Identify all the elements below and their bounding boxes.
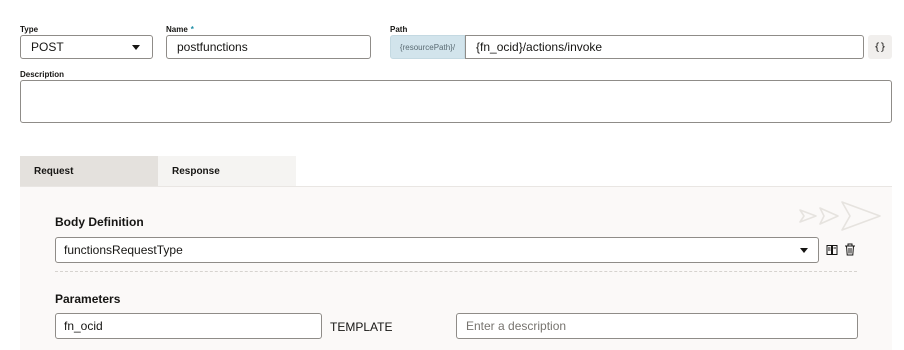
send-arrows-icon <box>799 201 881 231</box>
param-description-input[interactable]: Enter a description <box>456 313 858 339</box>
caret-down-icon <box>132 45 140 50</box>
caret-down-icon <box>800 248 808 253</box>
tab-response[interactable]: Response <box>158 156 296 186</box>
type-label: Type <box>20 25 39 34</box>
path-expression-button[interactable]: {} <box>868 35 892 59</box>
type-select[interactable]: POST <box>20 35 153 59</box>
schema-book-icon[interactable] <box>826 244 838 256</box>
path-input[interactable]: {fn_ocid}/actions/invoke <box>465 35 864 59</box>
param-description-placeholder: Enter a description <box>466 319 567 333</box>
required-indicator: * <box>190 25 194 34</box>
param-name-value: fn_ocid <box>64 319 103 333</box>
path-prefix: {resourcePath}/ <box>390 35 465 59</box>
body-definition-title: Body Definition <box>55 215 144 229</box>
name-label: Name * <box>166 25 194 34</box>
path-input-value: {fn_ocid}/actions/invoke <box>476 40 603 54</box>
path-label: Path <box>390 25 408 34</box>
body-type-value: functionsRequestType <box>64 243 183 257</box>
name-input-value: postfunctions <box>177 40 248 54</box>
section-divider <box>55 271 857 272</box>
param-name-input[interactable]: fn_ocid <box>55 313 322 339</box>
body-type-select[interactable]: functionsRequestType <box>55 237 819 263</box>
description-textarea[interactable] <box>20 80 892 123</box>
parameters-title: Parameters <box>55 292 121 306</box>
type-select-value: POST <box>31 40 64 54</box>
description-label: Description <box>20 70 65 79</box>
param-type-text: TEMPLATE <box>330 320 393 334</box>
name-input[interactable]: postfunctions <box>166 35 371 59</box>
tab-request[interactable]: Request <box>20 156 158 186</box>
trash-icon[interactable] <box>844 243 856 256</box>
